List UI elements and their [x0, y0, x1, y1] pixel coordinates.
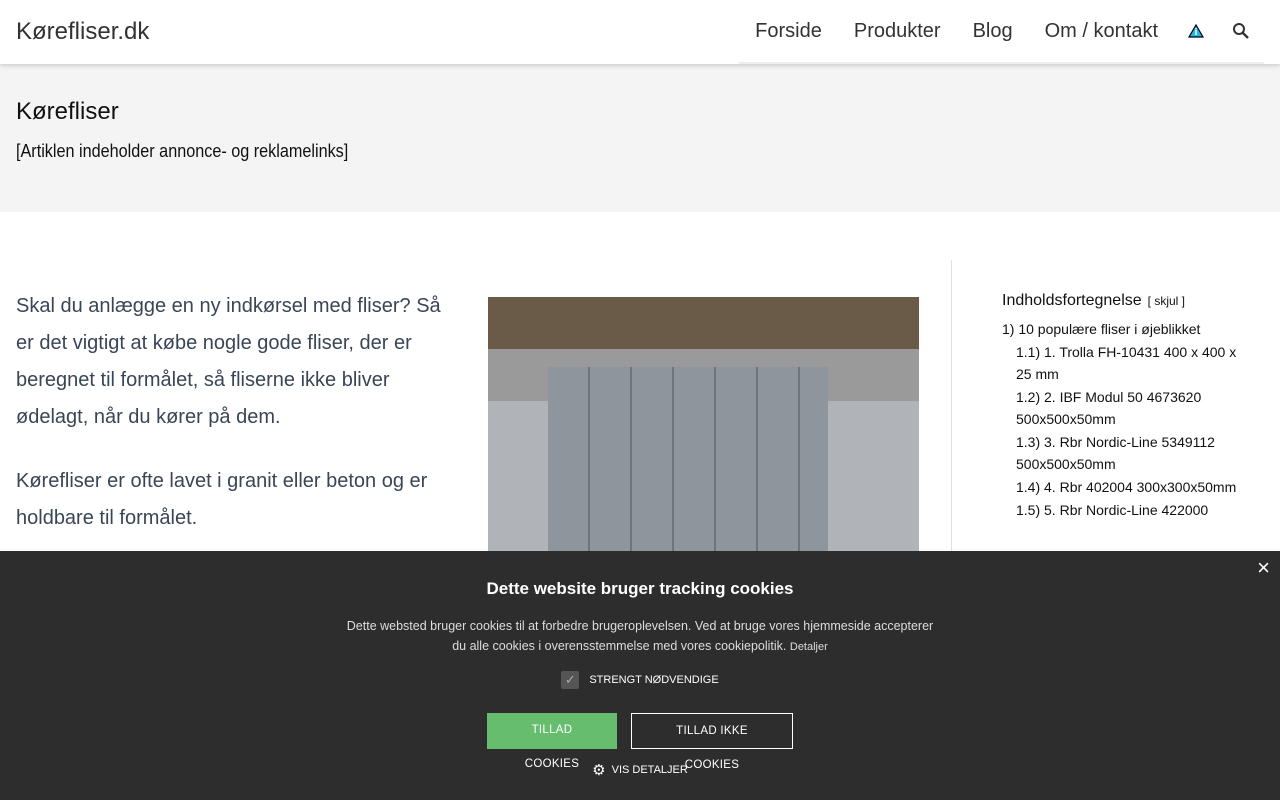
- cookie-details-link[interactable]: Detaljer: [790, 641, 828, 653]
- warning-info-icon[interactable]: [1188, 24, 1204, 38]
- toc-item[interactable]: 1.1) 1. Trolla FH-10431 400 x 400 x 25 m…: [1002, 341, 1252, 385]
- toc-item[interactable]: 1.5) 5. Rbr Nordic-Line 422000: [1002, 499, 1252, 521]
- nav-produkter[interactable]: Produkter: [854, 20, 941, 43]
- site-header: Kørefliser.dk Forside Produkter Blog Om …: [0, 0, 1280, 64]
- table-of-contents: Indholdsfortegnelse [ skjul ] 1) 10 popul…: [1002, 290, 1252, 521]
- intro-paragraph: Kørefliser er ofte lavet i granit eller …: [16, 470, 428, 529]
- search-icon[interactable]: [1232, 22, 1250, 40]
- checkbox-label: STRENGT NØDVENDIGE: [589, 674, 719, 686]
- article-image-paving-stones: [488, 297, 919, 557]
- toc-item[interactable]: 1.3) 3. Rbr Nordic-Line 5349112 500x500x…: [1002, 431, 1252, 475]
- sidebar-divider: [951, 260, 952, 560]
- allow-cookies-button[interactable]: TILLAD COOKIES: [487, 713, 617, 770]
- nav-om-kontakt[interactable]: Om / kontakt: [1045, 20, 1158, 43]
- cookie-text: Dette websted bruger cookies til at forb…: [346, 619, 934, 653]
- gear-icon: ⚙: [592, 762, 606, 779]
- cookie-title: Dette website bruger tracking cookies: [486, 579, 794, 598]
- deny-cookies-button[interactable]: TILLAD IKKE COOKIES: [631, 713, 793, 771]
- toc-item[interactable]: 1.4) 4. Rbr 402004 300x300x50mm: [1002, 476, 1252, 498]
- ad-disclaimer: [Artiklen indeholder annonce- og reklame…: [16, 141, 349, 161]
- toc-item[interactable]: 1) 10 populære fliser i øjeblikket: [1002, 318, 1252, 340]
- nav-blog[interactable]: Blog: [973, 20, 1013, 43]
- strictly-necessary-checkbox[interactable]: ✓: [561, 671, 580, 689]
- main-nav: Forside Produkter Blog Om / kontakt: [739, 0, 1264, 64]
- nav-forside[interactable]: Forside: [755, 20, 822, 43]
- page-title: Kørefliser: [16, 98, 119, 125]
- show-details-button[interactable]: ⚙ VIS DETALJER: [0, 761, 1280, 779]
- toc-title: Indholdsfortegnelse: [1002, 292, 1142, 309]
- toc-item[interactable]: 1.2) 2. IBF Modul 50 4673620 500x500x50m…: [1002, 386, 1252, 430]
- close-icon[interactable]: ×: [1257, 555, 1270, 581]
- site-logo[interactable]: Kørefliser.dk: [16, 18, 149, 46]
- cookie-banner: × Dette website bruger tracking cookies …: [0, 551, 1280, 800]
- intro-paragraph: Skal du anlægge en ny indkørsel med flis…: [16, 295, 441, 428]
- toc-toggle[interactable]: [ skjul ]: [1148, 294, 1185, 308]
- article-intro: Skal du anlægge en ny indkørsel med flis…: [16, 288, 456, 564]
- page-hero: Kørefliser [Artiklen indeholder annonce-…: [0, 64, 1280, 212]
